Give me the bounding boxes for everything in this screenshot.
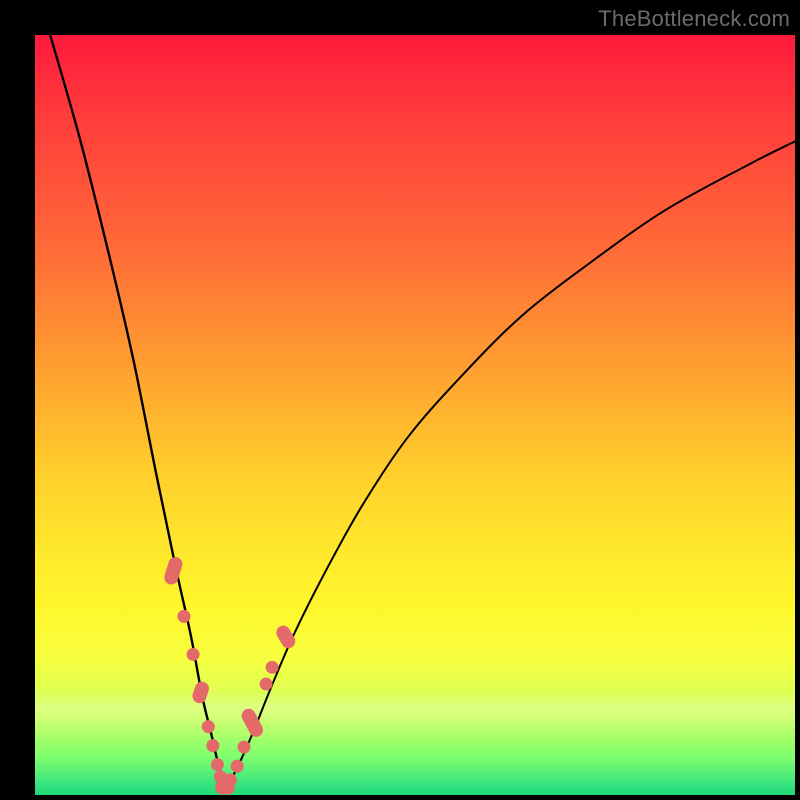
marker-dot [260,678,273,691]
marker-dot [177,610,190,623]
marker-dot [211,758,224,771]
curve-right-branch [225,141,795,789]
marker-dot [187,648,200,661]
marker-dot [206,739,219,752]
chart-frame: TheBottleneck.com [0,0,800,800]
curve-layer [50,35,795,789]
marker-pill [163,555,185,586]
curve-left-branch [50,35,225,789]
plot-svg [35,35,795,795]
marker-dot [231,760,244,773]
marker-layer [163,555,298,794]
marker-dot [266,661,279,674]
marker-dot [238,741,251,754]
watermark-text: TheBottleneck.com [598,6,790,32]
marker-dot [224,773,237,786]
marker-dot [202,720,215,733]
marker-pill [191,680,211,705]
marker-pill [274,623,298,651]
